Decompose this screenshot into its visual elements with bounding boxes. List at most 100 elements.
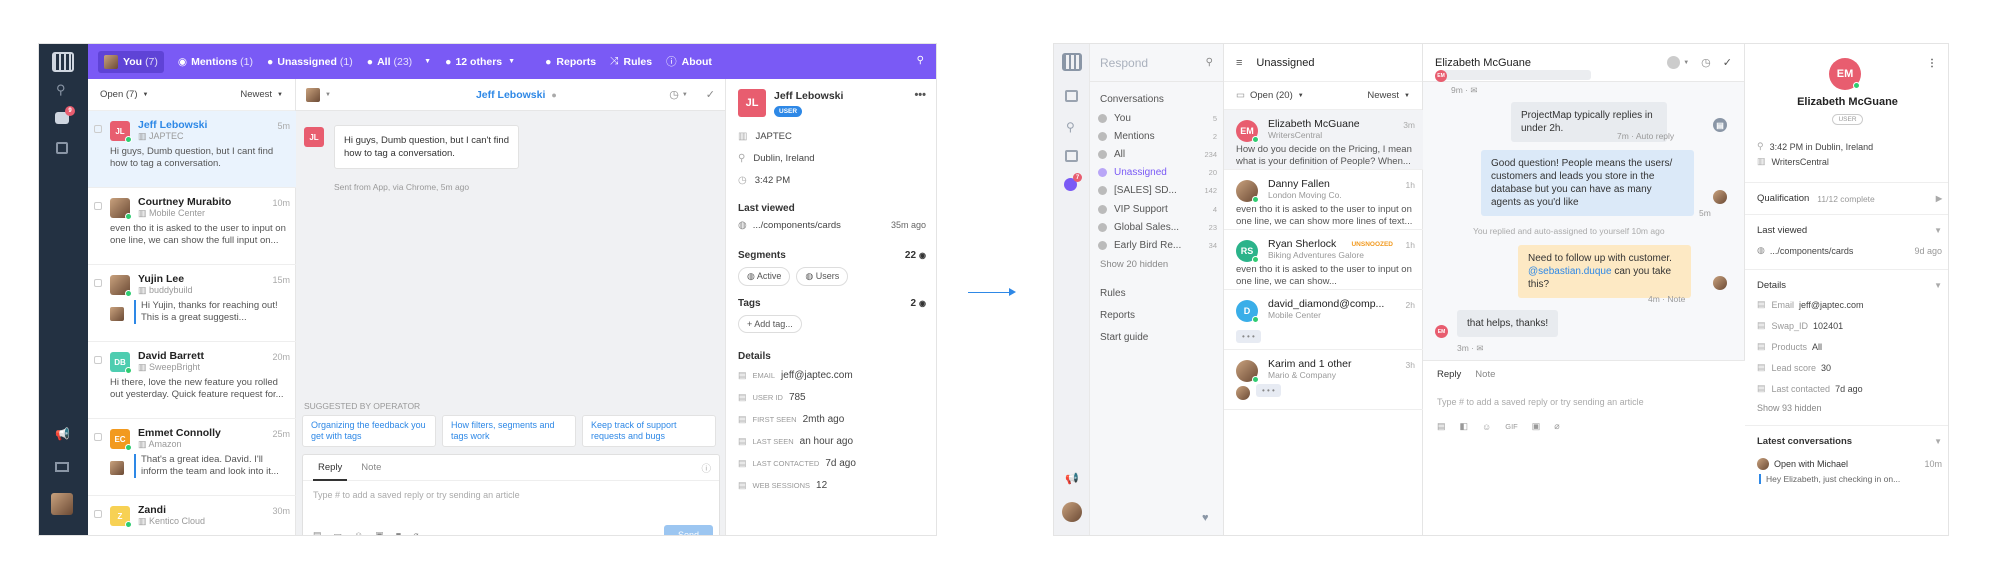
bookmark-icon[interactable]: ◧ bbox=[1460, 421, 1469, 432]
book-icon[interactable] bbox=[55, 462, 69, 472]
detail-value[interactable]: jeff@japtec.com bbox=[781, 370, 853, 381]
detail-value[interactable]: 7d ago bbox=[825, 458, 856, 469]
megaphone-icon[interactable]: 📢 bbox=[1065, 472, 1079, 485]
row-checkbox[interactable] bbox=[94, 279, 102, 287]
pin-icon[interactable]: ⚲ bbox=[56, 82, 66, 98]
suggestion-card[interactable]: Keep track of support requests and bugs bbox=[582, 415, 716, 447]
clock-icon[interactable]: ◷ bbox=[669, 88, 679, 101]
composer-input[interactable]: Type # to add a saved reply or try sendi… bbox=[303, 481, 719, 525]
nav-item[interactable]: Unassigned 20 bbox=[1090, 164, 1223, 182]
nav-reports[interactable]: Reports bbox=[1090, 299, 1223, 321]
pin-icon[interactable]: ⚲ bbox=[1066, 120, 1075, 134]
article-icon[interactable]: ▤ bbox=[313, 530, 322, 536]
list-item[interactable]: EM Elizabeth McGuane WritersCentral 3m How d… bbox=[1224, 110, 1423, 170]
search-icon[interactable]: ⚲ bbox=[917, 55, 924, 66]
nav-start-guide[interactable]: Start guide bbox=[1090, 321, 1223, 343]
last-viewed-path[interactable]: .../components/cards bbox=[1770, 246, 1854, 256]
list-item[interactable]: Danny Fallen London Moving Co. 1h even tho … bbox=[1224, 170, 1423, 230]
detail-value[interactable]: 2mth ago bbox=[803, 414, 845, 425]
row-checkbox[interactable] bbox=[94, 202, 102, 210]
help-icon[interactable]: ⓘ bbox=[701, 461, 711, 475]
avatar[interactable] bbox=[306, 87, 320, 102]
contacts-icon[interactable] bbox=[1065, 90, 1078, 102]
nav-item[interactable]: Mentions 2 bbox=[1090, 127, 1223, 145]
mention-link[interactable]: @sebastian.duque bbox=[1528, 266, 1612, 277]
chevron-down-icon[interactable]: ▼ bbox=[1683, 60, 1689, 66]
filter-dropdown[interactable]: Open (7) bbox=[100, 89, 138, 100]
list-item[interactable]: JL Jeff Lebowski ▥ JAPTEC 5m Hi guys, Dumb q… bbox=[88, 111, 296, 188]
menu-icon[interactable]: ≡ bbox=[1236, 57, 1242, 69]
suggestion-card[interactable]: How filters, segments and tags work bbox=[442, 415, 576, 447]
tab-reply[interactable]: Reply bbox=[313, 455, 348, 481]
add-tag-button[interactable]: + Add tag... bbox=[738, 315, 802, 333]
profile-name[interactable]: Elizabeth McGuane bbox=[1745, 96, 1948, 108]
chevron-down-icon[interactable]: ▼ bbox=[424, 58, 431, 65]
tab-about[interactable]: ⓘ About bbox=[666, 54, 712, 69]
tab-all[interactable]: ● All (23) ▼ bbox=[367, 56, 431, 68]
list-item[interactable]: RS Ryan Sherlock Biking Adventures Galore U… bbox=[1224, 230, 1423, 290]
emoji-icon[interactable]: ☺ bbox=[354, 530, 363, 535]
sort-dropdown[interactable]: Newest bbox=[1367, 90, 1399, 101]
assignee-icon[interactable] bbox=[1667, 56, 1681, 69]
nav-item[interactable]: You 5 bbox=[1090, 109, 1223, 127]
detail-value[interactable]: All bbox=[1812, 342, 1822, 352]
show-hidden-link[interactable]: Show 20 hidden bbox=[1090, 255, 1223, 270]
show-hidden-link[interactable]: Show 93 hidden bbox=[1757, 403, 1942, 413]
user-plus-icon[interactable]: ● bbox=[551, 90, 556, 100]
row-checkbox[interactable] bbox=[94, 356, 102, 364]
attachment-icon[interactable]: ⌀ bbox=[413, 530, 418, 536]
docs-icon[interactable] bbox=[56, 142, 68, 154]
row-checkbox[interactable] bbox=[94, 125, 102, 133]
image-icon[interactable]: ▣ bbox=[1532, 421, 1541, 432]
detail-value[interactable]: 785 bbox=[789, 392, 806, 403]
tab-unassigned[interactable]: ● Unassigned (1) bbox=[267, 56, 353, 68]
suggestion-card[interactable]: Organizing the feedback you get with tag… bbox=[302, 415, 436, 447]
list-item[interactable]: Ddavid_diamond@comp... Mobile Center 2h • •… bbox=[1224, 290, 1423, 350]
nav-item[interactable]: VIP Support 4 bbox=[1090, 200, 1223, 218]
article-icon[interactable]: ▤ bbox=[1437, 421, 1446, 432]
image-icon[interactable]: ▣ bbox=[375, 530, 384, 536]
eye-icon[interactable]: ◉ bbox=[919, 299, 926, 308]
video-icon[interactable]: ■ bbox=[396, 530, 401, 535]
check-icon[interactable]: ✓ bbox=[706, 88, 715, 101]
detail-value[interactable]: 7d ago bbox=[1835, 384, 1863, 394]
detail-value[interactable]: 102401 bbox=[1813, 321, 1843, 331]
details-header[interactable]: Details ▼ bbox=[1757, 280, 1942, 291]
attachment-icon[interactable]: ⌀ bbox=[1554, 421, 1559, 432]
tab-you[interactable]: You (7) bbox=[98, 50, 164, 73]
tab-mentions[interactable]: ◉ Mentions (1) bbox=[178, 56, 253, 68]
gif-icon[interactable]: GIF bbox=[1505, 422, 1518, 431]
conv-title[interactable]: Jeff Lebowski bbox=[476, 89, 545, 101]
list-item[interactable]: Karim and 1 other Mario & Company 3h • • • bbox=[1224, 350, 1423, 410]
snooze-icon[interactable]: ◷ bbox=[1701, 56, 1711, 69]
company[interactable]: JAPTEC bbox=[755, 131, 791, 142]
segment-chip[interactable]: ◍ Users bbox=[796, 267, 849, 286]
send-button[interactable]: Send bbox=[663, 525, 713, 535]
row-checkbox[interactable] bbox=[94, 510, 102, 518]
more-icon[interactable]: ••• bbox=[914, 89, 926, 101]
search-input[interactable]: Respond bbox=[1100, 56, 1148, 70]
nav-rules[interactable]: Rules bbox=[1090, 270, 1223, 299]
megaphone-icon[interactable]: 📢 bbox=[55, 427, 70, 441]
last-viewed-header[interactable]: Last viewed ▼ bbox=[1757, 225, 1942, 236]
list-item[interactable]: Courtney Murabito ▥ Mobile Center 10m even … bbox=[88, 188, 296, 265]
check-icon[interactable]: ✓ bbox=[1723, 56, 1732, 69]
detail-value[interactable]: 12 bbox=[816, 480, 827, 491]
row-checkbox[interactable] bbox=[94, 433, 102, 441]
list-item[interactable]: EC Emmet Connolly ▥ Amazon 25m That's a grea… bbox=[88, 419, 296, 496]
last-viewed-path[interactable]: .../components/cards bbox=[753, 220, 841, 231]
tab-others[interactable]: ● 12 others ▼ bbox=[445, 56, 515, 68]
tab-note[interactable]: Note bbox=[1475, 369, 1495, 380]
inbox-icon[interactable] bbox=[1065, 150, 1078, 162]
list-item[interactable]: Yujin Lee ▥ buddybuild 15m Hi Yujin, thanks… bbox=[88, 265, 296, 342]
chevron-down-icon[interactable]: ▼ bbox=[325, 92, 331, 98]
tab-note[interactable]: Note bbox=[361, 462, 381, 473]
detail-value[interactable]: jeff@japtec.com bbox=[1799, 300, 1864, 310]
latest-conversation[interactable]: Open with Michael 10m bbox=[1757, 453, 1942, 474]
inbox-icon[interactable]: ▭ bbox=[334, 530, 343, 536]
detail-value[interactable]: 30 bbox=[1821, 363, 1831, 373]
nav-item[interactable]: All 234 bbox=[1090, 145, 1223, 163]
sort-dropdown[interactable]: Newest bbox=[240, 89, 272, 100]
list-item[interactable]: Z Zandi ▥ Kentico Cloud 30m bbox=[88, 496, 296, 535]
emoji-icon[interactable]: ☺ bbox=[1482, 422, 1491, 432]
